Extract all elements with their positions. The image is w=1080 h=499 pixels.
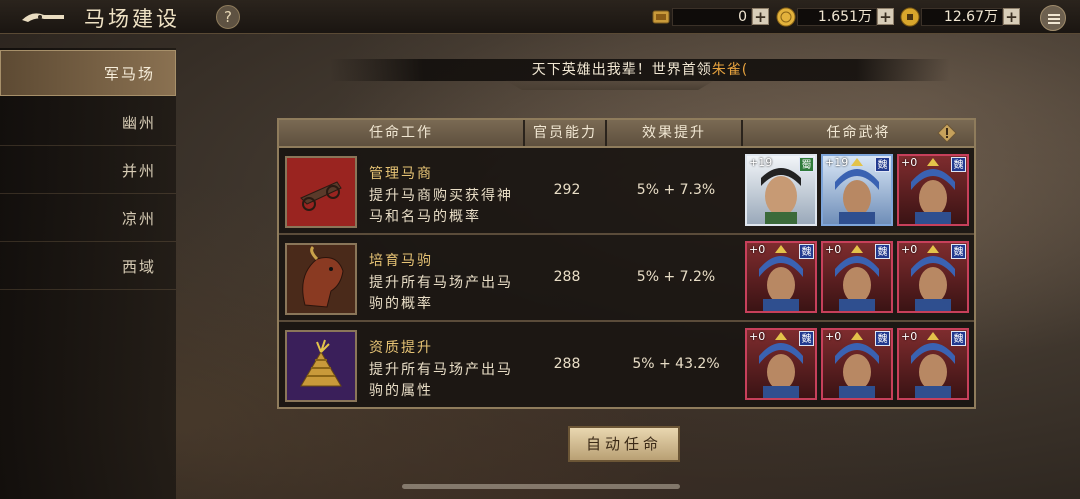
general-slot[interactable]: +0 魏: [821, 241, 893, 313]
hay-bundle-icon: [285, 330, 357, 402]
effect-bonus: 5% + 7.3%: [636, 182, 716, 198]
general-level: +19: [749, 156, 773, 169]
column-header-effect: 效果提升: [607, 120, 743, 146]
horse-cart-icon: [285, 156, 357, 228]
faction-badge: 蜀: [799, 157, 814, 172]
task-title: 资质提升: [369, 340, 433, 356]
task-description: 提升所有马场产出马驹的属性: [369, 362, 513, 399]
top-bar: 马场建设 ? 0 + 1.651万 + 12.67万 +: [0, 0, 1080, 34]
faction-badge: 魏: [799, 244, 814, 259]
help-button[interactable]: ?: [216, 5, 240, 29]
resource-gold: 1.651万 +: [775, 6, 895, 28]
back-button[interactable]: [18, 6, 68, 28]
page-title: 马场建设: [84, 7, 180, 31]
resource-copper: 12.67万 +: [899, 6, 1024, 28]
column-header-task: 任命工作: [279, 120, 525, 146]
general-level: +19: [825, 156, 849, 169]
sidebar-item-bingzhou[interactable]: 并州: [0, 148, 176, 194]
effect-bonus: 5% + 7.2%: [636, 269, 716, 285]
general-level: +0: [901, 243, 918, 256]
sidebar-item-liangzhou[interactable]: 凉州: [0, 196, 176, 242]
general-level: +0: [749, 243, 766, 256]
faction-badge: 魏: [799, 331, 814, 346]
general-level: +0: [901, 156, 918, 169]
banner-text: 天下英雄出我辈！世界首领: [531, 62, 712, 78]
appointment-table: 任命工作 官员能力 效果提升 任命武将 管理马商 提升马商购买获得神马和名马的概…: [277, 118, 976, 409]
general-slot[interactable]: +0 魏: [897, 241, 969, 313]
general-level: +0: [901, 330, 918, 343]
table-row: 管理马商 提升马商购买获得神马和名马的概率 292 5% + 7.3% +19 …: [279, 150, 974, 235]
sidebar-item-xiyu[interactable]: 西域: [0, 244, 176, 290]
scroll-token-icon: [652, 10, 670, 24]
add-scroll-token-button[interactable]: +: [752, 8, 769, 25]
auto-appoint-button[interactable]: 自动任命: [568, 426, 680, 462]
general-slot[interactable]: +0 魏: [897, 154, 969, 226]
gold-coin-icon: [776, 7, 796, 27]
warhorse-head-icon: [285, 243, 357, 315]
task-description: 提升马商购买获得神马和名马的概率: [369, 188, 513, 225]
faction-badge: 魏: [951, 244, 966, 259]
table-header: 任命工作 官员能力 效果提升 任命武将: [279, 120, 974, 148]
menu-button[interactable]: [1040, 5, 1066, 31]
copper-coin-icon: [900, 7, 920, 27]
resource-scroll-token: 0 +: [650, 6, 770, 28]
table-row: 资质提升 提升所有马场产出马驹的属性 288 5% + 43.2% +0 魏 +…: [279, 324, 974, 409]
general-slot[interactable]: +0 魏: [897, 328, 969, 400]
officer-ability: 292: [553, 182, 581, 198]
task-title: 培育马驹: [369, 253, 433, 269]
resource-value: 0: [672, 8, 752, 26]
task-description: 提升所有马场产出马驹的概率: [369, 275, 513, 312]
banner-tail: [505, 80, 715, 90]
general-level: +0: [825, 330, 842, 343]
sidebar-item-army-stable[interactable]: 军马场: [0, 50, 176, 96]
table-row: 培育马驹 提升所有马场产出马驹的概率 288 5% + 7.2% +0 魏 +0…: [279, 237, 974, 322]
officer-ability: 288: [553, 356, 581, 372]
faction-badge: 魏: [951, 331, 966, 346]
back-arrow-icon: [22, 13, 64, 22]
faction-badge: 魏: [875, 244, 890, 259]
banner-highlight: 朱雀(: [711, 62, 749, 78]
general-slot[interactable]: +0 魏: [745, 241, 817, 313]
general-slot[interactable]: +0 魏: [745, 328, 817, 400]
resource-value: 1.651万: [797, 8, 877, 26]
info-warning-icon[interactable]: [937, 123, 957, 143]
general-level: +0: [825, 243, 842, 256]
sidebar-item-youzhou[interactable]: 幽州: [0, 100, 176, 146]
general-slot[interactable]: +19 魏: [821, 154, 893, 226]
effect-bonus: 5% + 43.2%: [632, 356, 720, 372]
home-indicator: [402, 484, 680, 489]
region-sidebar: 军马场 幽州 并州 凉州 西域: [0, 48, 176, 499]
faction-badge: 魏: [951, 157, 966, 172]
menu-icon: [1048, 14, 1060, 16]
resource-value: 12.67万: [921, 8, 1003, 26]
general-slot[interactable]: +0 魏: [821, 328, 893, 400]
column-header-ability: 官员能力: [525, 120, 607, 146]
general-level: +0: [749, 330, 766, 343]
faction-badge: 魏: [875, 157, 890, 172]
task-title: 管理马商: [369, 166, 433, 182]
faction-badge: 魏: [875, 331, 890, 346]
add-copper-button[interactable]: +: [1003, 8, 1020, 25]
announcement-banner: 天下英雄出我辈！世界首领朱雀(: [330, 59, 950, 81]
general-slot[interactable]: +19 蜀: [745, 154, 817, 226]
officer-ability: 288: [553, 269, 581, 285]
add-gold-button[interactable]: +: [877, 8, 894, 25]
